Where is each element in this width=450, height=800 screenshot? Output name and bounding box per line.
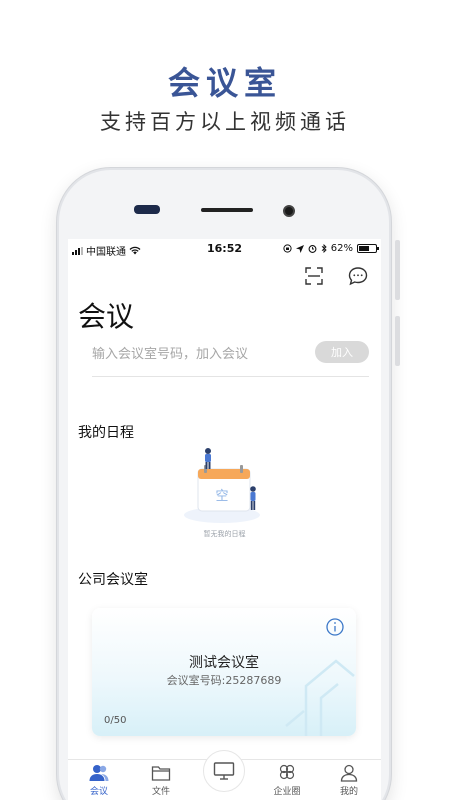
- monitor-icon: [213, 762, 235, 780]
- app-store-screenshot: 会议室 支持百方以上视频通话 中国联通 16:52 62% 会议 输入会议室号码…: [0, 0, 450, 800]
- status-bar: 中国联通 16:52 62%: [68, 239, 381, 259]
- tab-enterprise-circle[interactable]: 企业圈: [262, 764, 312, 797]
- tab-label: 我的: [339, 787, 358, 797]
- lock-rotation-icon: [283, 244, 292, 253]
- promo-subtitle: 支持百方以上视频通话: [100, 110, 350, 134]
- company-rooms-title: 公司会议室: [78, 572, 148, 588]
- info-icon[interactable]: [326, 618, 344, 636]
- empty-schedule-illustration: 空: [182, 447, 266, 527]
- calendar-empty-char: 空: [215, 489, 228, 504]
- phone-side-button: [395, 316, 400, 366]
- tab-label: 企业圈: [273, 787, 301, 797]
- tab-mine[interactable]: 我的: [324, 764, 374, 797]
- tab-label: 会议: [89, 787, 108, 797]
- messages-button[interactable]: [347, 265, 369, 287]
- room-name: 测试会议室: [189, 655, 259, 671]
- meeting-user-icon: [89, 765, 109, 781]
- scan-icon: [305, 267, 323, 285]
- bottom-tab-bar: 会议 文件 企业圈 我的: [68, 750, 381, 800]
- schedule-section-title: 我的日程: [78, 425, 134, 441]
- person-icon: [340, 764, 358, 782]
- battery-percent: 62%: [330, 243, 353, 254]
- location-icon: [295, 244, 304, 253]
- meeting-room-card[interactable]: 测试会议室 会议室号码:25287689 0/50: [92, 608, 356, 736]
- bluetooth-icon: [321, 244, 327, 253]
- tab-label: 文件: [151, 787, 170, 797]
- room-number: 会议室号码:25287689: [166, 674, 282, 687]
- folder-icon: [151, 766, 171, 781]
- promo-title: 会议室: [167, 64, 282, 102]
- room-capacity: 0/50: [104, 715, 127, 726]
- empty-schedule-text: 暂无我的日程: [203, 530, 246, 538]
- room-number-input[interactable]: [92, 343, 292, 365]
- app-screen: 中国联通 16:52 62% 会议 输入会议室号码，加入会议 加入 我的日程 空…: [68, 239, 381, 800]
- clover-icon: [279, 764, 295, 780]
- join-meeting-row: 加入: [92, 341, 369, 377]
- chat-bubble-icon: [348, 267, 368, 286]
- join-button[interactable]: 加入: [315, 341, 369, 363]
- page-title: 会议: [78, 300, 135, 333]
- tab-meeting[interactable]: 会议: [74, 764, 124, 797]
- phone-side-button: [395, 240, 400, 300]
- tab-files[interactable]: 文件: [136, 764, 186, 797]
- phone-speaker: [201, 208, 253, 212]
- tab-screen-share[interactable]: [203, 750, 245, 792]
- battery-icon: [357, 244, 379, 253]
- scan-button[interactable]: [303, 265, 325, 287]
- alarm-icon: [308, 245, 317, 253]
- phone-sensor: [134, 205, 160, 214]
- phone-camera: [283, 205, 295, 217]
